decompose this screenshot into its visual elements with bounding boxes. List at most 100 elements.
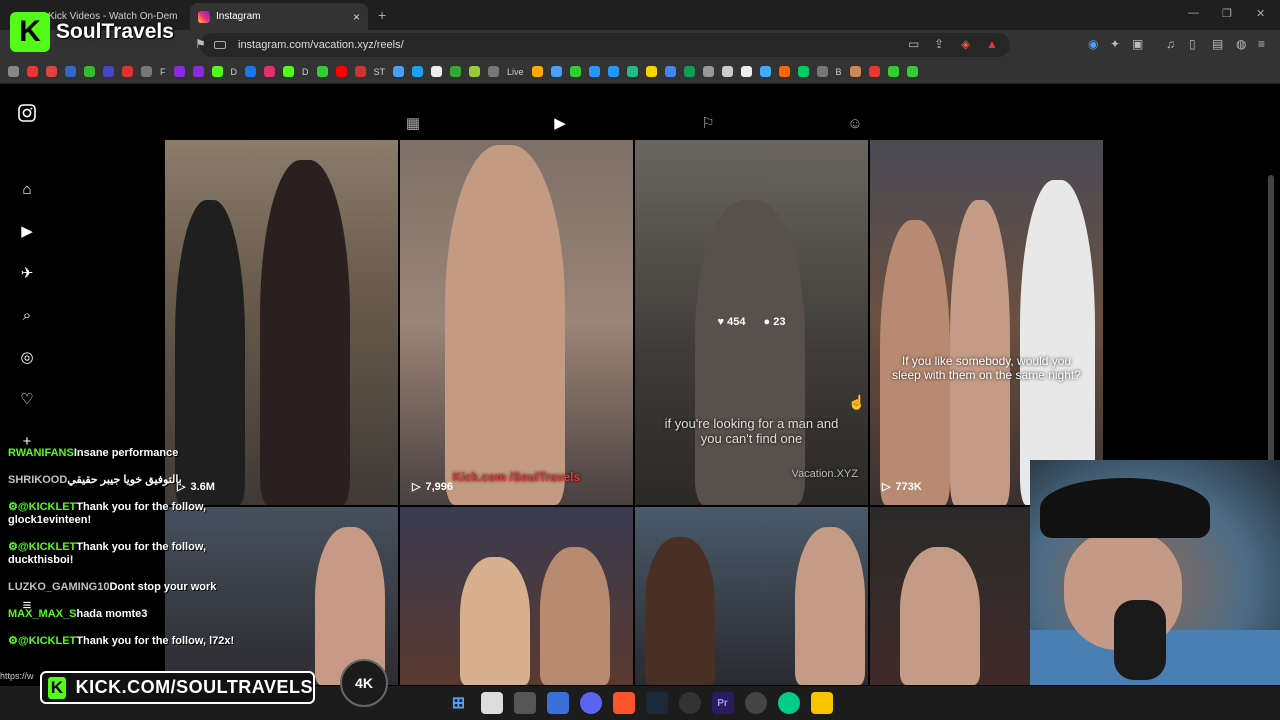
site-info-icon[interactable]: [214, 41, 226, 49]
bookmarks-bar: F D D ST Live B: [0, 60, 1280, 84]
x-icon[interactable]: [431, 66, 443, 77]
reddit-icon[interactable]: [778, 66, 790, 77]
folder-icon[interactable]: [141, 66, 152, 77]
extensions-puzzle-icon[interactable]: ✦: [1110, 37, 1120, 51]
bookmark-icon[interactable]: [450, 66, 462, 77]
gmail-icon[interactable]: [46, 66, 57, 77]
bookmark-icon[interactable]: [412, 66, 424, 77]
folder-icon[interactable]: [816, 66, 828, 77]
notifications-heart-icon[interactable]: ♡: [17, 389, 37, 409]
vpn-icon[interactable]: ◍: [1236, 37, 1246, 51]
bookmark-icon[interactable]: [588, 66, 600, 77]
media-icon[interactable]: ♫: [1166, 37, 1175, 51]
bookmark-label[interactable]: Live: [507, 67, 524, 77]
bookmark-icon[interactable]: [664, 66, 676, 77]
snipping-tool-icon[interactable]: [513, 692, 536, 714]
bookmark-icon[interactable]: [27, 66, 38, 77]
reel-tile[interactable]: Kick.com /SoulTravels ▷ 7,996: [400, 140, 633, 505]
steam-icon[interactable]: [645, 692, 668, 714]
bookmark-label[interactable]: B: [836, 67, 842, 77]
bookmark-icon[interactable]: [740, 66, 752, 77]
windows-start-icon[interactable]: ⊞: [448, 692, 470, 714]
task-view-icon[interactable]: [480, 692, 503, 714]
sidebar-toggle-icon[interactable]: ▯: [1189, 37, 1196, 51]
menu-icon[interactable]: ≡: [1258, 37, 1265, 51]
bookmark-icon[interactable]: [906, 66, 918, 77]
bookmark-icon[interactable]: [65, 66, 76, 77]
reel-tile-hovered[interactable]: ♥ 454 ● 23 if you're looking for a man a…: [635, 140, 868, 505]
bookmark-icon[interactable]: [868, 66, 880, 77]
amazon-icon[interactable]: [531, 66, 543, 77]
bookmark-icon[interactable]: [316, 66, 328, 77]
bookmark-icon[interactable]: [393, 66, 405, 77]
bookmark-icon[interactable]: [84, 66, 95, 77]
tab-instagram[interactable]: Instagram ×: [190, 3, 368, 30]
bookmark-icon[interactable]: [721, 66, 733, 77]
brave-shield-icon[interactable]: ◈: [961, 37, 970, 51]
home-icon[interactable]: ⌂: [17, 179, 37, 199]
window-close-icon[interactable]: ✕: [1256, 7, 1265, 20]
bookmark-icon[interactable]: [569, 66, 581, 77]
edge-icon[interactable]: [777, 692, 800, 714]
chat-message: ⚙@KICKLETThank you for the follow, duckt…: [8, 541, 207, 566]
instagram-icon[interactable]: [264, 66, 275, 77]
close-tab-icon[interactable]: ×: [353, 10, 360, 24]
bookmark-icon[interactable]: [849, 66, 861, 77]
reel-tile[interactable]: If you like somebody, would you sleep wi…: [870, 140, 1103, 505]
reel-tile[interactable]: [400, 507, 633, 685]
explore-icon[interactable]: ◎: [17, 347, 37, 367]
drive-icon[interactable]: [683, 66, 695, 77]
bookmark-icon[interactable]: [645, 66, 657, 77]
cast-icon[interactable]: ▭: [908, 37, 919, 51]
reels-icon[interactable]: ▶: [17, 221, 37, 241]
twitch-icon[interactable]: [173, 66, 185, 77]
minimize-icon[interactable]: —: [1188, 7, 1199, 19]
search-icon[interactable]: ⌕: [17, 305, 37, 325]
bookmark-icon[interactable]: [103, 66, 114, 77]
wallet-icon[interactable]: ▤: [1212, 37, 1223, 51]
file-explorer-icon[interactable]: [810, 692, 833, 714]
apps-grid-icon[interactable]: [8, 66, 19, 77]
brave-browser-icon[interactable]: [612, 692, 635, 714]
share-icon[interactable]: ⇪: [934, 37, 944, 51]
bookmark-icon[interactable]: [797, 66, 809, 77]
bookmark-icon[interactable]: [887, 66, 899, 77]
bookmark-icon[interactable]: [702, 66, 714, 77]
saved-bookmark-icon[interactable]: ⚐: [698, 113, 718, 133]
folder-icon[interactable]: [488, 66, 500, 77]
bookmark-label[interactable]: D: [231, 67, 238, 77]
bookmark-label[interactable]: F: [160, 67, 166, 77]
direct-messages-icon[interactable]: ✈: [17, 263, 37, 283]
kick-icon[interactable]: [211, 66, 223, 77]
photos-icon[interactable]: [546, 692, 569, 714]
extension-icon[interactable]: ◉: [1088, 37, 1098, 51]
bookmark-icon[interactable]: [607, 66, 619, 77]
instagram-logo-icon[interactable]: [17, 103, 37, 123]
bookmark-label[interactable]: ST: [374, 67, 386, 77]
restore-icon[interactable]: ❐: [1222, 7, 1232, 20]
bookmark-icon[interactable]: [759, 66, 771, 77]
bookmark-icon[interactable]: [550, 66, 562, 77]
obs-icon[interactable]: [678, 692, 701, 714]
facebook-icon[interactable]: [245, 66, 256, 77]
reel-tile[interactable]: [635, 507, 868, 685]
new-tab-button[interactable]: +: [378, 7, 386, 23]
tagged-icon[interactable]: ☺: [845, 113, 865, 133]
address-bar[interactable]: instagram.com/vacation.xyz/reels/: [200, 33, 1010, 57]
premiere-pro-icon[interactable]: Pr: [711, 692, 734, 714]
twitch-icon[interactable]: [192, 66, 204, 77]
bookmark-icon[interactable]: [354, 66, 366, 77]
brave-rewards-icon[interactable]: ▲: [986, 37, 998, 51]
kick-icon[interactable]: [283, 66, 294, 77]
bookmark-label[interactable]: D: [302, 67, 309, 77]
reels-tab-icon[interactable]: ▶: [550, 113, 570, 133]
youtube-icon[interactable]: [335, 66, 347, 77]
bookmark-icon[interactable]: [122, 66, 133, 77]
bookmark-icon[interactable]: [469, 66, 481, 77]
posts-grid-icon[interactable]: ▦: [403, 113, 423, 133]
screenshot-icon[interactable]: ▣: [1132, 37, 1143, 51]
app-icon[interactable]: [744, 692, 767, 714]
discord-icon[interactable]: [579, 692, 602, 714]
bookmark-star-icon[interactable]: ⚑: [195, 37, 206, 51]
bookmark-icon[interactable]: [626, 66, 638, 77]
